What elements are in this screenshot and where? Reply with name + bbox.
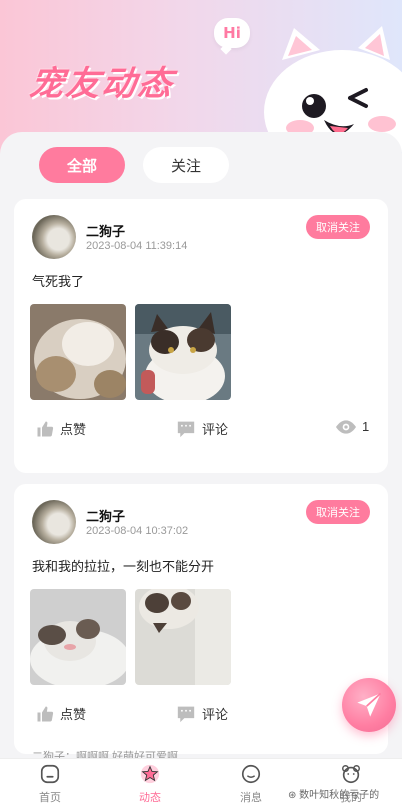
post-time: 2023-08-04 10:37:02 [86,525,189,537]
comment-icon [177,421,195,437]
tabbar-label: 首页 [39,792,61,804]
comment-label: 评论 [202,707,229,722]
hi-speech-bubble: Hi [214,18,250,48]
post-content: 我和我的拉拉，一刻也不能分开 [32,559,215,574]
thumbs-up-icon [37,421,54,436]
comment-icon [177,706,195,722]
watermark: ⊛ 数叶知秋的亏子的 [288,790,380,801]
post-photo[interactable] [30,304,126,400]
avatar[interactable] [32,215,76,259]
like-label: 点赞 [60,422,87,437]
post-time: 2023-08-04 11:39:14 [86,240,188,252]
like-button[interactable]: 点赞 [36,704,86,723]
post-content: 气死我了 [32,274,85,289]
tab-following[interactable]: 关注 [143,147,229,183]
like-button[interactable]: 点赞 [36,419,86,438]
flower-icon [140,764,160,784]
tabbar-item-feed[interactable]: 动态 [120,763,180,805]
view-count: 1 [336,419,369,434]
comment-label: 评论 [202,422,229,437]
home-icon [40,764,60,784]
comment-button[interactable]: 评论 [176,704,228,723]
comment-button[interactable]: 评论 [176,419,228,438]
post-photo[interactable] [135,304,231,400]
thumbs-up-icon [37,706,54,721]
unfollow-button[interactable]: 取消关注 [306,215,370,239]
post-username[interactable]: 二狗子 [86,506,125,525]
avatar[interactable] [32,500,76,544]
publish-button[interactable] [342,678,396,732]
post-username[interactable]: 二狗子 [86,221,125,240]
tabbar-label: 动态 [139,792,161,804]
post-actions: 点赞 评论 [14,704,388,730]
tab-all[interactable]: 全部 [39,147,125,183]
post-card: 二狗子 2023-08-04 10:37:02 取消关注 我和我的拉拉，一刻也不… [14,484,388,754]
paper-plane-icon [357,692,382,717]
tabbar-item-messages[interactable]: 消息 [221,763,281,805]
like-label: 点赞 [60,707,87,722]
unfollow-button[interactable]: 取消关注 [306,500,370,524]
post-photo[interactable] [135,589,231,685]
chat-face-icon [241,764,261,784]
bear-icon [342,765,360,784]
view-count-value: 1 [362,419,370,434]
tabbar-item-home[interactable]: 首页 [20,763,80,805]
post-card: 二狗子 2023-08-04 11:39:14 取消关注 气死我了 点赞 评论 [14,199,388,473]
tabbar-label: 消息 [240,792,262,804]
eye-icon [336,419,356,434]
post-photo[interactable] [30,589,126,685]
post-actions: 点赞 评论 1 [14,419,388,445]
page-title: 宠友动态 [27,64,176,104]
